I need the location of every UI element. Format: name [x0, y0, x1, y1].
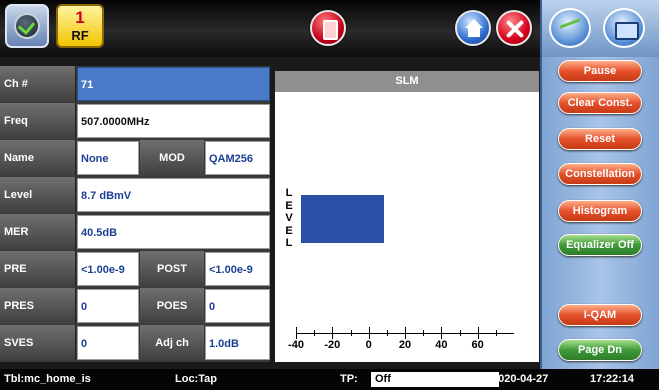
name-value: None	[77, 141, 139, 175]
x-axis-minor-tick	[459, 330, 461, 336]
axis-letter: E	[285, 224, 293, 237]
histogram-button[interactable]: Histogram	[558, 200, 642, 222]
slm-title: SLM	[275, 71, 539, 92]
pres-value: 0	[77, 289, 139, 323]
channel-label: Ch #	[0, 66, 76, 102]
exit-door-icon[interactable]	[310, 10, 346, 46]
close-icon[interactable]	[496, 10, 532, 46]
rf-input-button[interactable]: 1 RF	[56, 4, 104, 48]
freq-label: Freq	[0, 103, 76, 139]
poes-label: POES	[140, 288, 204, 324]
home-icon[interactable]	[455, 10, 491, 46]
status-bar: Tbl:mc_home_is Loc:Tap TP: Off 2020-04-2…	[0, 369, 659, 390]
mer-label: MER	[0, 214, 76, 250]
x-axis-tick-label: 20	[398, 339, 412, 351]
poes-value: 0	[205, 289, 270, 323]
pres-label: PRES	[0, 288, 76, 324]
x-axis-minor-tick	[314, 330, 316, 336]
name-label: Name	[0, 140, 76, 176]
clear-constellation-button[interactable]: Clear Const.	[558, 92, 642, 114]
x-axis-tick-label: -40	[288, 339, 304, 351]
rf-input-label: RF	[71, 28, 89, 43]
top-toolbar: 1 RF	[0, 0, 540, 57]
pre-label: PRE	[0, 251, 76, 287]
adjch-label: Adj ch	[140, 325, 204, 361]
slm-chart: SLM L E V E L -40 -20 0 20 40 60	[275, 71, 539, 362]
table-row-pre: PRE <1.00e-9 POST <1.00e-9	[0, 251, 270, 288]
mer-value: 40.5dB	[77, 215, 270, 249]
status-date: 2020-04-27	[492, 373, 549, 385]
table-row-name: Name None MOD QAM256	[0, 140, 270, 177]
meter-mode-button[interactable]	[5, 4, 49, 48]
x-axis-minor-tick	[386, 330, 388, 336]
freq-value: 507.0000MHz	[77, 104, 270, 138]
table-row-level: Level 8.7 dBmV	[0, 177, 270, 214]
level-label: Level	[0, 177, 76, 213]
table-row-freq: Freq 507.0000MHz	[0, 103, 270, 140]
x-axis-minor-tick	[495, 330, 497, 336]
post-label: POST	[140, 251, 204, 287]
measurement-table: Ch # 71 Freq 507.0000MHz Name None MOD Q…	[0, 66, 270, 362]
status-location: Loc:Tap	[175, 373, 217, 385]
constellation-button[interactable]: Constellation	[558, 163, 642, 185]
x-axis-tick	[332, 327, 334, 339]
axis-letter: L	[285, 187, 293, 199]
axis-letter: V	[285, 212, 293, 224]
reset-button[interactable]: Reset	[558, 128, 642, 150]
x-axis-tick	[368, 327, 370, 339]
level-bar	[301, 195, 385, 243]
mod-value: QAM256	[205, 141, 270, 175]
rf-input-number: 1	[75, 8, 85, 27]
status-time: 17:22:14	[590, 373, 635, 385]
status-tp-label: TP:	[340, 373, 358, 385]
x-axis-tick	[296, 327, 297, 339]
table-row-channel[interactable]: Ch # 71	[0, 66, 270, 103]
x-axis-minor-tick	[350, 330, 352, 336]
dropdown-arrow-icon[interactable]	[477, 375, 489, 385]
x-axis-tick-label: 0	[365, 339, 372, 351]
table-row-sves: SVES 0 Adj ch 1.0dB	[0, 325, 270, 362]
pre-value: <1.00e-9	[77, 252, 139, 286]
graph-icon[interactable]	[549, 8, 591, 48]
level-value: 8.7 dBmV	[77, 178, 270, 212]
page-down-button[interactable]: Page Dn	[558, 339, 642, 361]
table-row-pres: PRES 0 POES 0	[0, 288, 270, 325]
mod-label: MOD	[140, 140, 204, 176]
adjch-value: 1.0dB	[205, 326, 270, 360]
x-axis-minor-tick	[423, 330, 425, 336]
axis-letter: E	[285, 199, 293, 212]
x-axis-tick	[477, 327, 479, 339]
sves-value: 0	[77, 326, 139, 360]
x-axis-tick	[405, 327, 406, 339]
equalizer-off-button[interactable]: Equalizer Off	[558, 234, 642, 256]
level-axis-label: L E V E L	[284, 187, 294, 250]
x-axis-tick	[441, 327, 443, 339]
x-axis-tick-label: -20	[324, 339, 341, 351]
axis-letter: L	[285, 237, 293, 249]
channel-value[interactable]: 71	[77, 67, 270, 101]
pause-button[interactable]: Pause	[558, 60, 642, 82]
x-axis-tick-label: 60	[471, 339, 484, 351]
i-qam-button[interactable]: I-QAM	[558, 304, 642, 326]
status-table: Tbl:mc_home_is	[4, 373, 91, 385]
sves-label: SVES	[0, 325, 76, 361]
x-axis-tick-label: 40	[435, 339, 448, 351]
post-value: <1.00e-9	[205, 252, 270, 286]
folder-icon[interactable]	[603, 8, 645, 48]
sidebar: Pause Clear Const. Reset Constellation H…	[540, 57, 659, 369]
meter-check-icon	[14, 13, 40, 39]
table-row-mer: MER 40.5dB	[0, 214, 270, 251]
